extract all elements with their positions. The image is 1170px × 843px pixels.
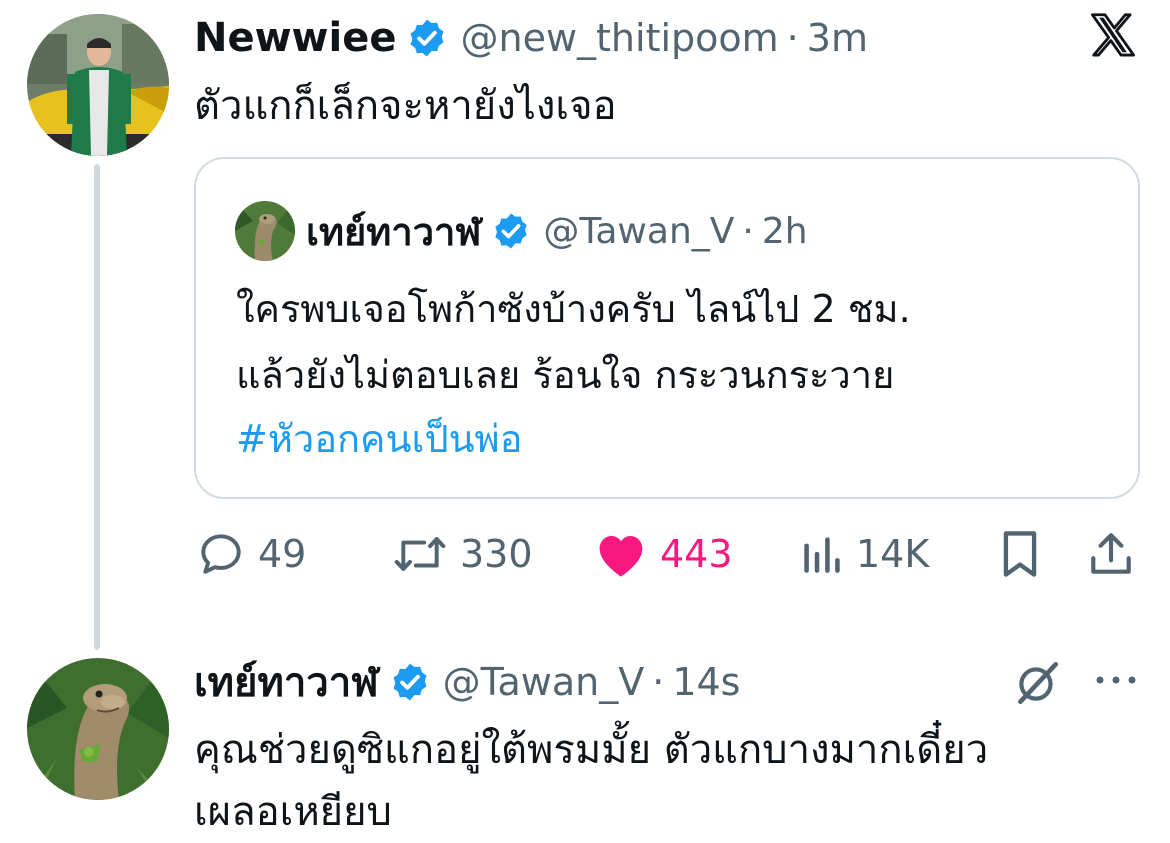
separator-dot: ·	[652, 660, 665, 704]
views-icon	[800, 529, 844, 579]
quoted-tweet-text-line-2: แล้วยังไม่ตอบเลย ร้อนใจ กระวนกระวาย	[236, 353, 895, 397]
reply-author-avatar[interactable]	[27, 658, 169, 800]
reply-timestamp[interactable]: 14s	[672, 660, 740, 704]
like-count: 443	[660, 532, 733, 576]
reply-icon	[196, 529, 246, 579]
separator-dot: ·	[742, 210, 754, 252]
verified-badge-icon	[406, 17, 448, 59]
verified-badge-icon	[491, 211, 531, 251]
quoted-tweet-text-line-1: ใครพบเจอโพก้าซังบ้างครับ ไลน์ไป 2 ชม.	[236, 287, 911, 331]
views-button[interactable]: 14K	[800, 524, 929, 584]
author-handle[interactable]: @new_thitipoom	[460, 16, 778, 60]
verified-badge-icon	[389, 661, 431, 703]
repost-icon	[392, 529, 448, 579]
reply-author-display-name[interactable]: เทย์ทาวาฬ	[194, 650, 379, 714]
author-display-name[interactable]: Newwiee	[194, 15, 396, 61]
repost-button[interactable]: 330	[392, 524, 533, 584]
share-button[interactable]	[1086, 524, 1136, 584]
reply-count: 49	[258, 532, 307, 576]
quoted-author-avatar[interactable]	[235, 201, 295, 261]
tweet-text: ตัวแกก็เล็กจะหายังไงเจอ	[194, 83, 617, 129]
like-button[interactable]: 443	[594, 524, 733, 584]
quoted-author-display-name[interactable]: เทย์ทาวาฬ	[306, 201, 481, 262]
bookmark-icon	[996, 528, 1044, 580]
x-logo-icon[interactable]	[1086, 10, 1140, 62]
separator-dot: ·	[786, 16, 799, 60]
reply-button[interactable]: 49	[196, 524, 306, 584]
thread-connector-line	[94, 164, 100, 650]
quoted-tweet-timestamp[interactable]: 2h	[762, 211, 808, 252]
views-count: 14K	[856, 532, 930, 576]
reply-text-line-2: เผลอเหยียบ	[194, 789, 392, 835]
share-icon	[1086, 528, 1136, 580]
like-icon	[594, 529, 648, 579]
repost-count: 330	[460, 532, 533, 576]
quoted-tweet-hashtag[interactable]: #หัวอกคนเป็นพ่อ	[236, 414, 522, 464]
more-options-icon[interactable]	[1092, 668, 1140, 692]
quoted-author-handle[interactable]: @Tawan_V	[543, 211, 734, 252]
reply-text-line-1: คุณช่วยดูซิแกอยู่ใต้พรมมั้ย ตัวแกบางมากเ…	[194, 727, 989, 773]
bookmark-button[interactable]	[996, 524, 1044, 584]
avatar-newwiee[interactable]	[27, 14, 169, 156]
grok-icon[interactable]	[1012, 658, 1062, 708]
reply-author-handle[interactable]: @Tawan_V	[443, 660, 645, 704]
tweet-timestamp[interactable]: 3m	[807, 16, 868, 60]
